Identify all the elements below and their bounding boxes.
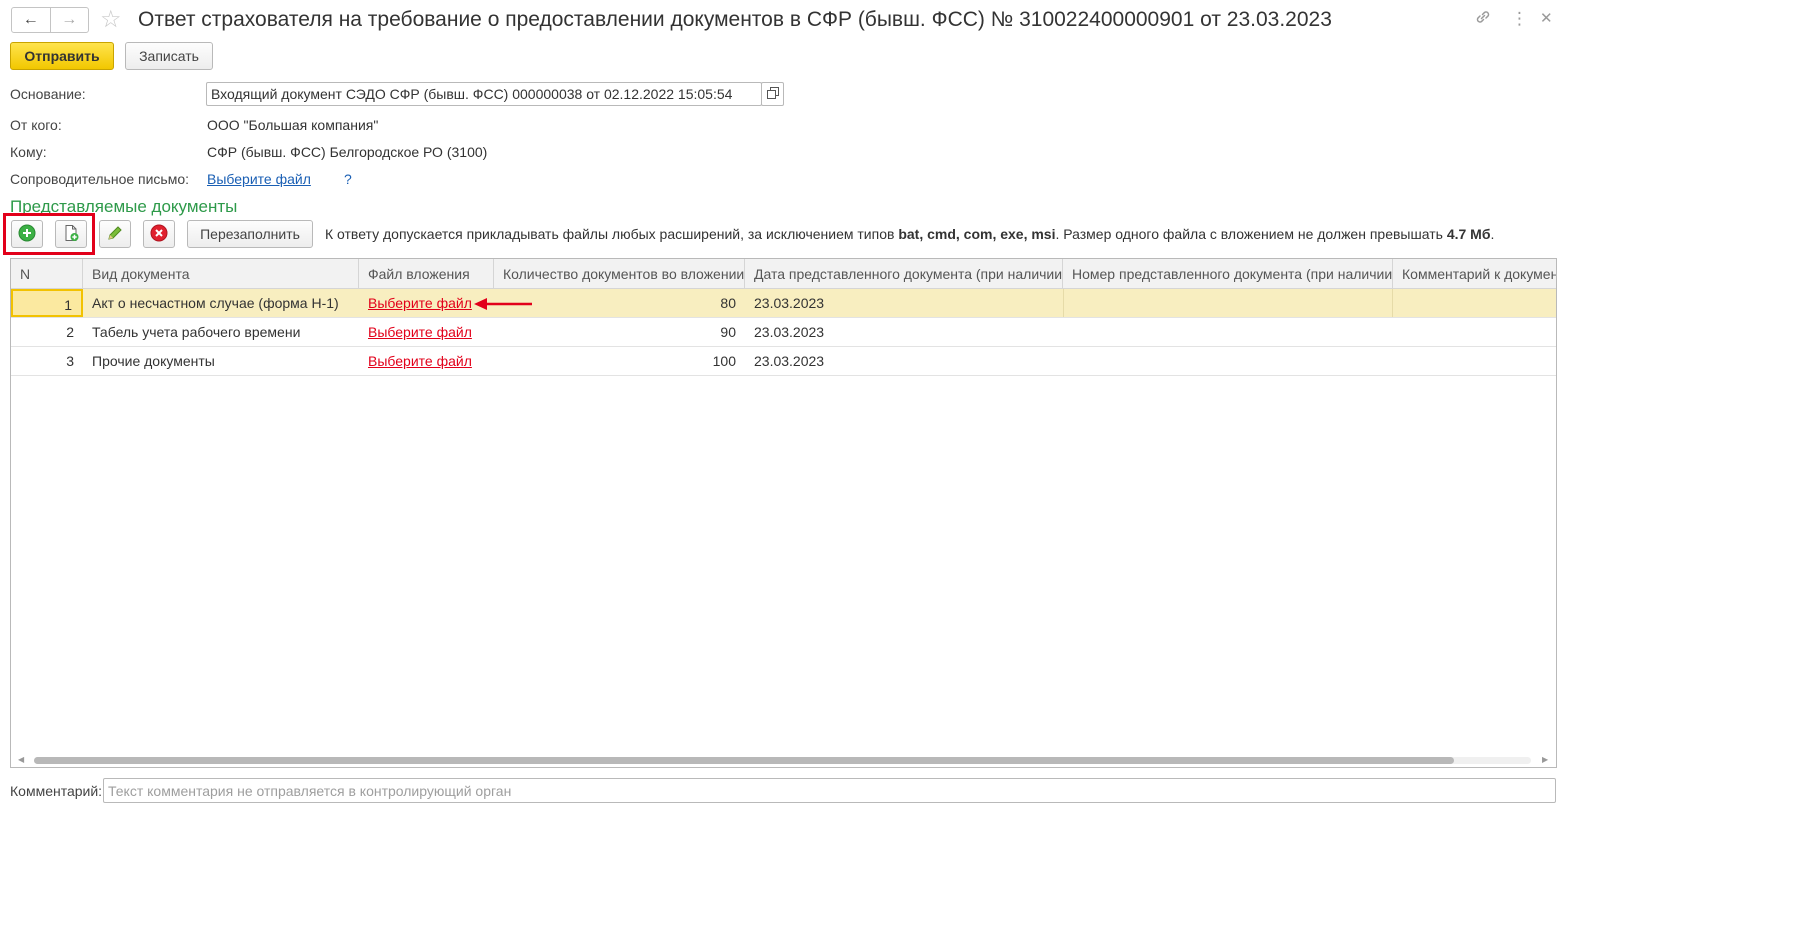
refill-button[interactable]: Перезаполнить	[187, 220, 313, 248]
cell-number[interactable]	[1063, 318, 1393, 346]
col-header-number[interactable]: Номер представленного документа (при нал…	[1063, 259, 1393, 289]
documents-table[interactable]: N Вид документа Файл вложения Количество…	[10, 258, 1557, 768]
favorite-star-icon[interactable]: ☆	[100, 6, 122, 34]
cell-doc-type[interactable]: Прочие документы	[83, 347, 359, 375]
cell-date[interactable]: 23.03.2023	[745, 318, 1063, 346]
link-icon[interactable]	[1474, 8, 1492, 32]
basis-label: Основание:	[10, 86, 86, 102]
cell-comment[interactable]	[1393, 347, 1556, 375]
cell-comment[interactable]	[1393, 289, 1556, 317]
cell-number[interactable]	[1063, 347, 1393, 375]
arrow-left-icon: ←	[22, 11, 39, 28]
annotation-arrow-icon	[470, 296, 534, 315]
save-button[interactable]: Записать	[125, 42, 213, 70]
forbidden-types: bat, cmd, com, exe, msi	[898, 226, 1056, 242]
horizontal-scrollbar[interactable]: ◀ ▶	[12, 754, 1555, 766]
more-icon[interactable]: ⋮	[1511, 8, 1528, 30]
highlight-frame	[3, 213, 95, 255]
close-icon[interactable]: ✕	[1540, 8, 1553, 30]
max-size: 4.7 Мб	[1446, 226, 1491, 242]
cell-date[interactable]: 23.03.2023	[745, 347, 1063, 375]
basis-field[interactable]: Входящий документ СЭДО СФР (бывш. ФСС) 0…	[206, 82, 762, 106]
scroll-right-icon[interactable]: ▶	[1542, 755, 1548, 764]
table-header: N Вид документа Файл вложения Количество…	[11, 259, 1556, 289]
delete-circle-icon	[150, 224, 168, 245]
from-value: ООО "Большая компания"	[207, 117, 379, 133]
open-basis-button[interactable]	[761, 82, 784, 106]
pencil-icon	[106, 224, 124, 245]
arrow-right-icon: →	[61, 11, 78, 28]
cell-number[interactable]	[1063, 289, 1393, 317]
cell-doc-type[interactable]: Табель учета рабочего времени	[83, 318, 359, 346]
to-label: Кому:	[10, 144, 47, 160]
cell-n[interactable]: 1	[11, 289, 83, 317]
table-row[interactable]: 3 Прочие документы Выберите файл 100 23.…	[11, 347, 1556, 376]
send-button[interactable]: Отправить	[10, 42, 114, 70]
cell-count[interactable]: 90	[494, 318, 745, 346]
edit-button[interactable]	[99, 220, 131, 248]
cell-doc-type[interactable]: Акт о несчастном случае (форма Н-1)	[83, 289, 359, 317]
delete-button[interactable]	[143, 220, 175, 248]
col-header-date[interactable]: Дата представленного документа (при нали…	[745, 259, 1063, 289]
col-header-count[interactable]: Количество документов во вложении	[494, 259, 745, 289]
cell-comment[interactable]	[1393, 318, 1556, 346]
choose-file-link[interactable]: Выберите файл	[368, 324, 472, 340]
col-header-comment[interactable]: Комментарий к документу	[1393, 259, 1556, 289]
cell-count[interactable]: 100	[494, 347, 745, 375]
scroll-left-icon[interactable]: ◀	[18, 755, 24, 764]
cell-n[interactable]: 2	[11, 318, 83, 346]
choose-file-link[interactable]: Выберите файл	[368, 295, 472, 311]
scroll-thumb[interactable]	[34, 757, 1454, 764]
cover-letter-file-link[interactable]: Выберите файл	[207, 170, 311, 188]
cell-n[interactable]: 3	[11, 347, 83, 375]
col-header-file[interactable]: Файл вложения	[359, 259, 494, 289]
table-row[interactable]: 1 Акт о несчастном случае (форма Н-1) Вы…	[11, 289, 1556, 318]
comment-label: Комментарий:	[10, 783, 103, 799]
cell-file[interactable]: Выберите файл	[359, 318, 494, 346]
col-header-n[interactable]: N	[11, 259, 83, 289]
choose-file-link[interactable]: Выберите файл	[368, 353, 472, 369]
cover-letter-label: Сопроводительное письмо:	[10, 171, 190, 187]
open-window-icon	[766, 86, 779, 102]
history-nav: ← →	[11, 7, 89, 33]
table-row[interactable]: 2 Табель учета рабочего времени Выберите…	[11, 318, 1556, 347]
help-icon[interactable]: ?	[344, 170, 352, 188]
from-label: От кого:	[10, 117, 62, 133]
attachment-info: К ответу допускается прикладывать файлы …	[325, 226, 1495, 242]
cell-file[interactable]: Выберите файл	[359, 347, 494, 375]
back-button[interactable]: ←	[12, 8, 50, 32]
page-title: Ответ страхователя на требование о предо…	[138, 8, 1332, 31]
to-value: СФР (бывш. ФСС) Белгородское РО (3100)	[207, 144, 488, 160]
cell-date[interactable]: 23.03.2023	[745, 289, 1063, 317]
col-header-doc-type[interactable]: Вид документа	[83, 259, 359, 289]
forward-button[interactable]: →	[49, 8, 89, 32]
comment-input[interactable]	[103, 778, 1556, 803]
